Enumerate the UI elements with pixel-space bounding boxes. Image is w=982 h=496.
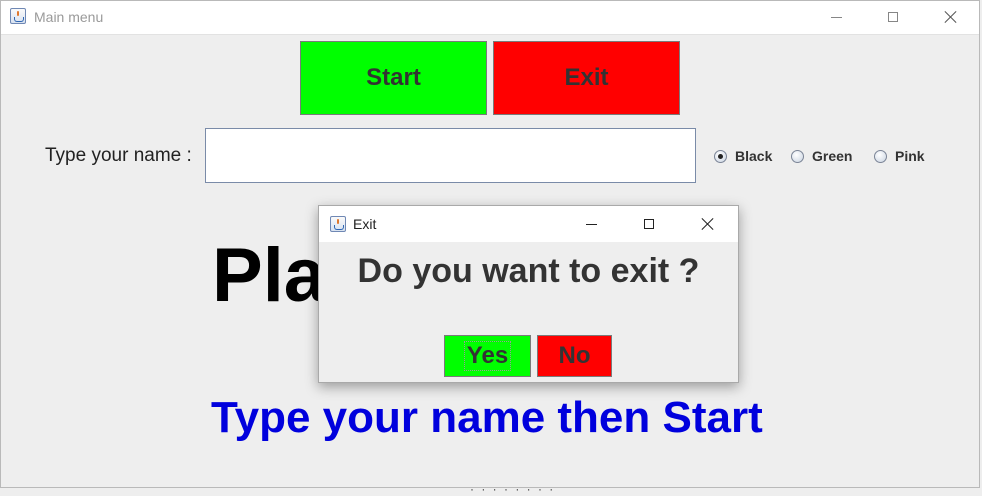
dialog-close-button[interactable] (685, 208, 731, 240)
radio-label: Black (735, 148, 773, 164)
minimize-icon (830, 16, 842, 18)
minimize-button[interactable] (813, 1, 859, 33)
radio-pink[interactable]: Pink (874, 148, 925, 164)
radio-button-icon[interactable] (714, 149, 727, 163)
maximize-icon (644, 219, 654, 229)
maximize-button[interactable] (870, 1, 916, 33)
dialog-title: Exit (353, 216, 377, 232)
no-button[interactable]: No (537, 335, 612, 377)
java-cup-icon (330, 216, 346, 232)
name-label: Type your name : (45, 145, 192, 166)
radio-button-icon[interactable] (874, 149, 887, 163)
dialog-message: Do you want to exit ? (357, 252, 700, 290)
dialog-minimize-button[interactable] (568, 208, 614, 240)
start-button[interactable]: Start (300, 41, 487, 115)
close-icon (701, 217, 715, 231)
name-input[interactable] (205, 128, 696, 183)
radio-label: Green (812, 148, 853, 164)
yes-button[interactable]: Yes (444, 335, 531, 377)
maximize-icon (888, 12, 898, 22)
dialog-titlebar: Exit (319, 206, 738, 242)
exit-dialog: Exit Do you want to exit ? Yes No (318, 205, 739, 383)
clipped-bottom-text: · · · · · · · · (470, 482, 556, 496)
player-display-text: Pla (212, 233, 327, 318)
minimize-icon (585, 223, 597, 225)
radio-button-icon[interactable] (791, 149, 804, 163)
main-titlebar: Main menu (0, 0, 980, 35)
close-button[interactable] (928, 1, 974, 33)
window-title: Main menu (34, 9, 104, 25)
radio-green[interactable]: Green (791, 148, 852, 164)
radio-black[interactable]: Black (714, 148, 772, 164)
dialog-maximize-button[interactable] (626, 208, 672, 240)
close-icon (944, 10, 958, 24)
exit-button[interactable]: Exit (493, 41, 680, 115)
java-cup-icon (10, 8, 26, 24)
yes-label: Yes (463, 341, 512, 371)
radio-label: Pink (895, 148, 925, 164)
instruction-text: Type your name then Start (211, 393, 763, 442)
